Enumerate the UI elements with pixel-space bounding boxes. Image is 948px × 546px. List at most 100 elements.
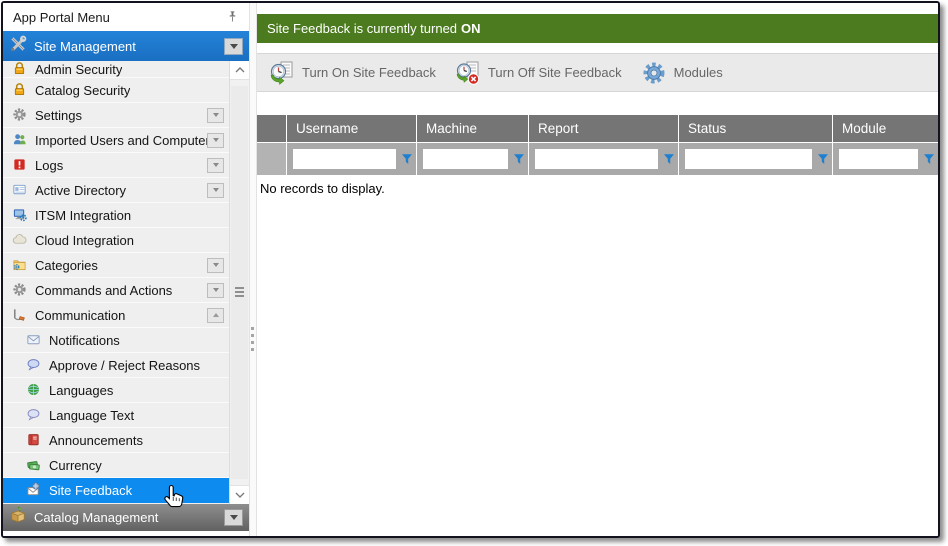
username-filter-input[interactable] xyxy=(293,149,396,169)
column-header-status[interactable]: Status xyxy=(679,115,833,143)
cloud-icon xyxy=(12,232,28,248)
sidebar-item-commands-and-actions[interactable]: Commands and Actions xyxy=(3,278,229,303)
speech-bubble-icon xyxy=(26,407,42,423)
package-icon xyxy=(9,506,27,529)
sidebar-item-admin-security[interactable]: Admin Security xyxy=(3,61,229,78)
speech-bubble-icon xyxy=(26,357,42,373)
sidebar-item-imported-users-and-computers[interactable]: Imported Users and Computers xyxy=(3,128,229,153)
sidebar-scrollbar[interactable] xyxy=(229,61,249,504)
grid-header-row: Username Machine Report Status Module xyxy=(257,115,938,143)
sidebar-item-label: Settings xyxy=(35,108,82,123)
column-header-machine[interactable]: Machine xyxy=(417,115,529,143)
toolbar-button-label: Turn On Site Feedback xyxy=(302,65,436,80)
splitter-grip xyxy=(251,327,254,355)
turn-on-site-feedback-button[interactable]: Turn On Site Feedback xyxy=(263,58,449,88)
username-filter-button[interactable] xyxy=(401,153,413,165)
sidebar-title: App Portal Menu xyxy=(13,10,110,25)
sidebar-item-label: Imported Users and Computers xyxy=(35,133,216,148)
alert-icon xyxy=(12,157,28,173)
module-filter-input[interactable] xyxy=(839,149,918,169)
status-filter-input[interactable] xyxy=(685,149,812,169)
sidebar-item-label: Announcements xyxy=(49,433,143,448)
sidebar-item-currency[interactable]: Currency xyxy=(3,453,229,478)
report-filter-input[interactable] xyxy=(535,149,658,169)
machine-filter-button[interactable] xyxy=(513,153,525,165)
sidebar-item-announcements[interactable]: Announcements xyxy=(3,428,229,453)
sidebar-item-active-directory[interactable]: Active Directory xyxy=(3,178,229,203)
sidebar-item-categories[interactable]: Categories xyxy=(3,253,229,278)
panel-splitter[interactable] xyxy=(249,3,257,536)
status-banner: Site Feedback is currently turned ON xyxy=(257,14,938,43)
sidebar-item-label: Site Feedback xyxy=(49,483,132,498)
chevron-up-icon xyxy=(235,67,245,73)
module-filter-button[interactable] xyxy=(923,153,935,165)
column-header-module[interactable]: Module xyxy=(833,115,938,143)
gear-icon xyxy=(12,107,28,123)
main-content: Site Feedback is currently turned ON Tur… xyxy=(257,3,938,536)
feedback-grid: Username Machine Report Status Module xyxy=(257,115,938,175)
group-dropdown-button[interactable] xyxy=(224,509,243,526)
report-filter-button[interactable] xyxy=(663,153,675,165)
sidebar-item-site-feedback[interactable]: Site Feedback xyxy=(3,478,229,503)
app-window: App Portal Menu Site Management Admin Se xyxy=(0,0,948,546)
sidebar: App Portal Menu Site Management Admin Se xyxy=(3,3,249,536)
status-filter-button[interactable] xyxy=(817,153,829,165)
group-dropdown-button[interactable] xyxy=(224,38,243,55)
sidebar-item-logs[interactable]: Logs xyxy=(3,153,229,178)
sidebar-group-catalog-management[interactable]: Catalog Management xyxy=(3,504,249,531)
card-icon xyxy=(12,182,28,198)
item-dropdown-button[interactable] xyxy=(207,158,224,173)
sidebar-item-label: Commands and Actions xyxy=(35,283,172,298)
sidebar-item-label: Language Text xyxy=(49,408,134,423)
item-dropdown-button[interactable] xyxy=(207,133,224,148)
sidebar-item-approve-reject-reasons[interactable]: Approve / Reject Reasons xyxy=(3,353,229,378)
filter-funnel-icon xyxy=(663,153,675,165)
scroll-up-button[interactable] xyxy=(230,61,249,80)
filter-funnel-icon xyxy=(817,153,829,165)
group-label: Site Management xyxy=(34,39,136,54)
scrollbar-thumb[interactable] xyxy=(231,86,248,479)
sidebar-item-catalog-security[interactable]: Catalog Security xyxy=(3,78,229,103)
app-portal-frame: App Portal Menu Site Management Admin Se xyxy=(1,1,940,538)
sidebar-group-site-management[interactable]: Site Management xyxy=(3,31,249,61)
feedback-on-icon xyxy=(269,60,295,86)
sidebar-item-cloud-integration[interactable]: Cloud Integration xyxy=(3,228,229,253)
filter-funnel-icon xyxy=(401,153,413,165)
column-header-report[interactable]: Report xyxy=(529,115,679,143)
toolbar-button-label: Modules xyxy=(674,65,723,80)
turn-off-site-feedback-button[interactable]: Turn Off Site Feedback xyxy=(449,58,635,88)
item-dropdown-button[interactable] xyxy=(207,283,224,298)
chevron-down-icon xyxy=(213,138,219,142)
item-dropdown-button[interactable] xyxy=(207,258,224,273)
envelope-icon xyxy=(26,332,42,348)
gear-blue-icon xyxy=(641,60,667,86)
sidebar-item-settings[interactable]: Settings xyxy=(3,103,229,128)
scrollbar-grip xyxy=(235,287,244,299)
chevron-up-icon xyxy=(213,313,219,317)
sidebar-item-notifications[interactable]: Notifications xyxy=(3,328,229,353)
filter-cell-status xyxy=(679,143,833,175)
sidebar-item-label: Approve / Reject Reasons xyxy=(49,358,200,373)
megaphone-icon xyxy=(12,307,28,323)
item-dropdown-button[interactable] xyxy=(207,108,224,123)
scroll-down-button[interactable] xyxy=(230,485,249,504)
sidebar-item-language-text[interactable]: Language Text xyxy=(3,403,229,428)
feedback-off-icon xyxy=(455,60,481,86)
column-header-username[interactable]: Username xyxy=(287,115,417,143)
folder-gear-icon xyxy=(12,257,28,273)
sidebar-item-label: Admin Security xyxy=(35,62,122,77)
chevron-down-icon xyxy=(213,263,219,267)
sidebar-title-bar: App Portal Menu xyxy=(3,3,249,31)
sidebar-item-itsm-integration[interactable]: ITSM Integration xyxy=(3,203,229,228)
currency-icon xyxy=(26,457,42,473)
pin-icon[interactable] xyxy=(226,10,239,24)
modules-button[interactable]: Modules xyxy=(635,58,736,88)
column-header-row-selector xyxy=(257,115,287,143)
sidebar-item-languages[interactable]: Languages xyxy=(3,378,229,403)
item-collapse-button[interactable] xyxy=(207,308,224,323)
machine-filter-input[interactable] xyxy=(423,149,508,169)
monitor-gear-icon xyxy=(12,207,28,223)
item-dropdown-button[interactable] xyxy=(207,183,224,198)
sidebar-item-communication[interactable]: Communication xyxy=(3,303,229,328)
announcement-icon xyxy=(26,432,42,448)
